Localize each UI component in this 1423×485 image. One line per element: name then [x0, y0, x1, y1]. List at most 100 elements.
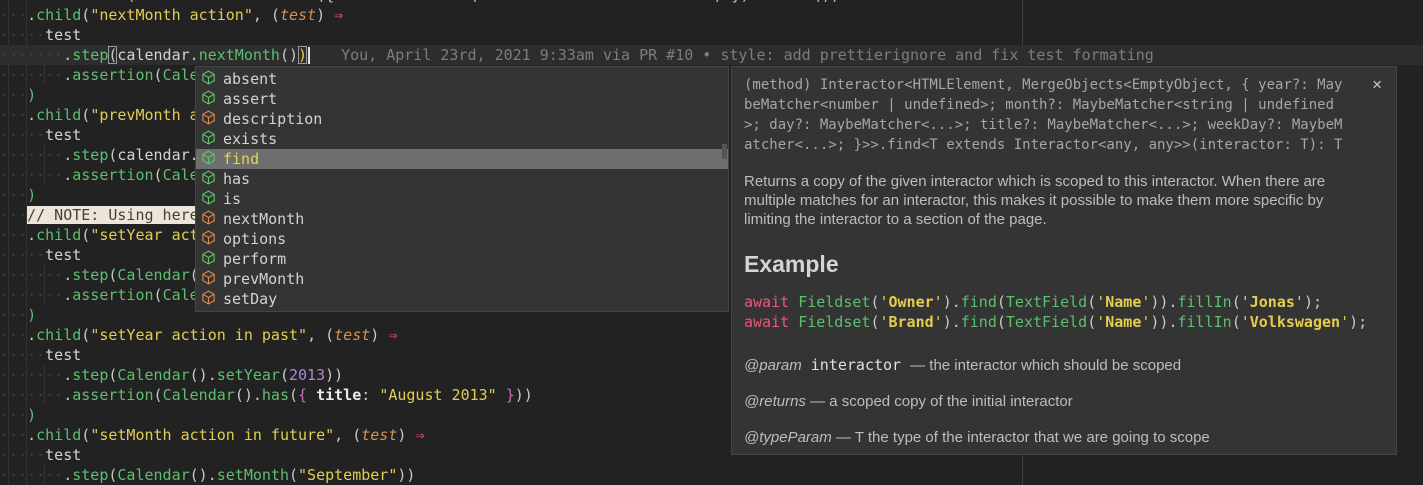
code-token: test	[361, 426, 397, 444]
code-token: date	[343, 0, 379, 4]
code-token: , (	[334, 426, 361, 444]
code-token: '	[1241, 313, 1250, 331]
field-cube-icon	[201, 290, 223, 309]
code-token: find	[961, 313, 997, 331]
code-token: setYear	[217, 366, 280, 384]
suggest-scrollbar[interactable]	[722, 144, 727, 159]
suggestion-item-find[interactable]: find	[196, 149, 728, 169]
code-token: assertion	[72, 66, 153, 84]
code-token: ().	[190, 366, 217, 384]
jsdoc-tag: @typeParam	[744, 429, 832, 446]
code-token: ···	[0, 86, 27, 104]
code-token: "nextMonth action"	[90, 6, 253, 24]
field-cube-icon	[201, 110, 223, 129]
code-token: await	[744, 313, 798, 331]
suggestion-item-absent[interactable]: absent	[196, 69, 728, 89]
code-token: ())	[813, 0, 840, 4]
code-token: test	[45, 346, 81, 364]
suggestion-label: setDay	[223, 290, 277, 308]
code-token: Owner	[889, 293, 934, 311]
jsdoc-param-name: interactor	[802, 356, 910, 374]
jsdoc-tag-line: @typeParam — T the type of the interacto…	[744, 429, 1384, 446]
code-token: .	[190, 46, 199, 64]
code-token: exists	[759, 0, 813, 4]
autocomplete-popup[interactable]: absentassertdescriptionexistsfindhasisne…	[195, 66, 729, 312]
code-token: Name	[1105, 293, 1141, 311]
code-token: (	[997, 313, 1006, 331]
code-token: ⇒	[415, 426, 424, 444]
close-icon[interactable]: ×	[1372, 76, 1382, 93]
code-line: ···.child("nextMonth action", (test) ⇒	[0, 5, 1423, 25]
code-token: fillIn	[1178, 293, 1232, 311]
code-token: title	[316, 386, 361, 404]
suggestion-label: nextMonth	[223, 210, 304, 228]
code-token: .	[63, 366, 72, 384]
example-heading: Example	[744, 251, 1384, 278]
field-cube-icon	[201, 230, 223, 249]
code-token: ····	[0, 0, 36, 4]
code-token: )).	[1150, 293, 1177, 311]
code-token: (	[154, 166, 163, 184]
code-token: ·······	[0, 386, 63, 404]
code-token: ))	[397, 466, 415, 484]
code-token: await	[744, 293, 798, 311]
code-token: has	[262, 386, 289, 404]
code-token: '	[1340, 313, 1349, 331]
method-cube-icon	[201, 130, 223, 149]
code-token: .	[63, 46, 72, 64]
code-token: (	[154, 286, 163, 304]
code-token: , (	[307, 326, 334, 344]
code-token: )	[370, 326, 388, 344]
code-token: calendar	[117, 146, 189, 164]
code-token: '	[934, 293, 943, 311]
suggestion-item-description[interactable]: description	[196, 109, 728, 129]
code-token: (	[997, 293, 1006, 311]
code-token: Date	[434, 0, 470, 4]
code-token: ···	[0, 306, 27, 324]
suggestion-item-prevMonth[interactable]: prevMonth	[196, 269, 728, 289]
code-token: ·······	[0, 146, 63, 164]
code-token: , (	[253, 6, 280, 24]
code-token: ()	[280, 46, 298, 64]
jsdoc-tag-text: — a scoped copy of the initial interacto…	[806, 393, 1073, 410]
jsdoc-tag: @returns	[744, 393, 806, 410]
code-token: '	[934, 313, 943, 331]
method-cube-icon	[201, 250, 223, 269]
suggestion-item-options[interactable]: options	[196, 229, 728, 249]
code-token: '	[1096, 313, 1105, 331]
method-cube-icon	[201, 170, 223, 189]
code-token: )	[27, 306, 36, 324]
code-token: (	[1232, 313, 1241, 331]
suggestion-item-has[interactable]: has	[196, 169, 728, 189]
suggestion-item-perform[interactable]: perform	[196, 249, 728, 269]
suggestion-item-nextMonth[interactable]: nextMonth	[196, 209, 728, 229]
suggestion-item-is[interactable]: is	[196, 189, 728, 209]
code-token: ({	[316, 0, 343, 4]
code-token: assertion	[72, 166, 153, 184]
code-token: (	[81, 226, 90, 244]
code-token: nextMonth	[199, 46, 280, 64]
method-cube-icon	[201, 90, 223, 109]
code-token: ···	[0, 426, 27, 444]
code-token: )	[298, 46, 307, 64]
code-token: )	[27, 186, 36, 204]
code-token: Calendar	[117, 466, 189, 484]
code-token: )	[316, 6, 334, 24]
code-token: (	[289, 386, 298, 404]
code-line: ·······.step(Calendar().setMonth("Septem…	[0, 465, 1423, 485]
code-token: )).	[1150, 313, 1177, 331]
suggestion-label: perform	[223, 250, 286, 268]
code-token: .	[36, 0, 45, 4]
suggestion-item-assert[interactable]: assert	[196, 89, 728, 109]
code-token: Brand	[889, 313, 934, 331]
suggestion-item-setDay[interactable]: setDay	[196, 289, 728, 309]
code-editor[interactable]: ····.assertion(CalendarWithControls({ da…	[0, 0, 1423, 485]
code-token: Cale	[163, 166, 199, 184]
code-token: ·····	[0, 246, 45, 264]
jsdoc-tag-line: @param interactor — the interactor which…	[744, 356, 1384, 374]
jsdoc-tag: @param	[744, 357, 802, 374]
code-token: ···	[0, 106, 27, 124]
method-description: Returns a copy of the given interactor w…	[744, 172, 1384, 229]
example-code: await Fieldset('Owner').find(TextField('…	[744, 292, 1384, 332]
suggestion-item-exists[interactable]: exists	[196, 129, 728, 149]
